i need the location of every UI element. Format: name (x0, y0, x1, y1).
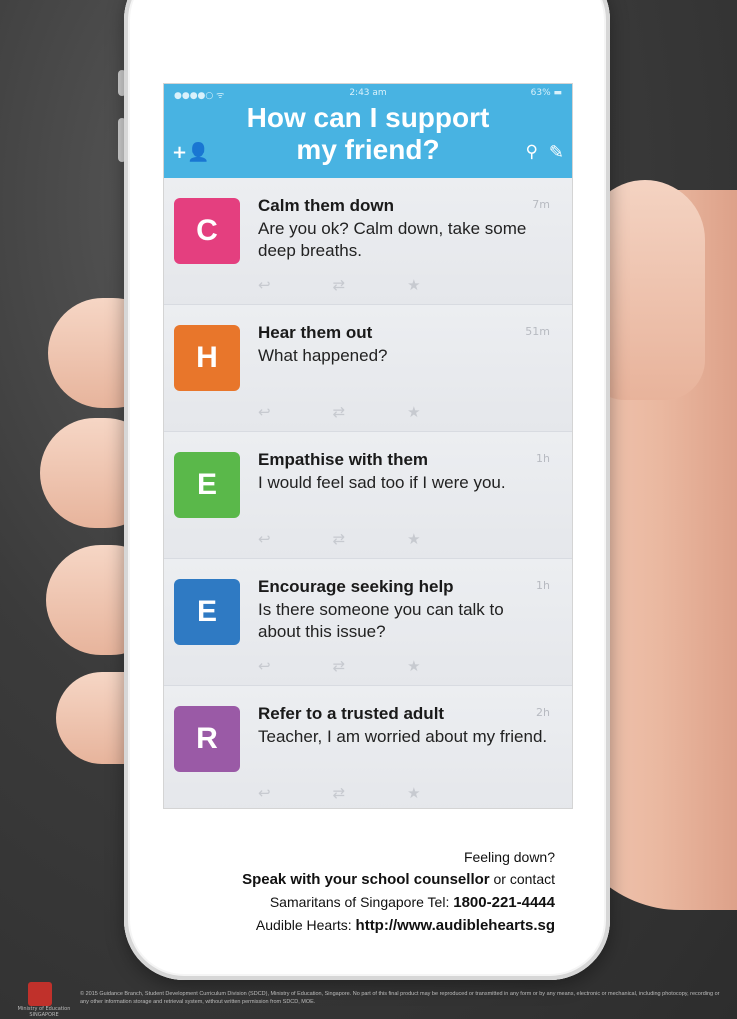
item-actions: ↩ ⇄ ★ (258, 530, 483, 548)
title-line-2: my friend? (296, 134, 440, 165)
item-actions: ↩ ⇄ ★ (258, 657, 483, 675)
status-bar: ●●●●○ ᯤ 2:43 am 63% ▬ (164, 88, 572, 102)
star-icon[interactable]: ★ (407, 403, 420, 421)
item-title: Hear them out (258, 323, 373, 342)
item-title: Empathise with them (258, 450, 429, 469)
footer-line-1: Feeling down? (463, 849, 555, 865)
list-item[interactable]: E Encourage seeking help Is there someon… (164, 559, 572, 686)
list-item[interactable]: E Empathise with them I would feel sad t… (164, 432, 572, 559)
search-icon[interactable]: ⚲ (526, 142, 538, 162)
retweet-icon[interactable]: ⇄ (333, 276, 346, 294)
contact-text: or contact (489, 871, 556, 887)
samaritans-label: Samaritans of Singapore Tel: (269, 894, 454, 910)
item-text: Teacher, I am worried about my friend. (258, 727, 548, 746)
compose-icon[interactable]: ✎ (549, 142, 564, 163)
item-text: Is there someone you can talk to about t… (258, 600, 504, 641)
footer-line-3: Samaritans of Singapore Tel: 1800-221-44… (242, 891, 555, 914)
item-time: 7m (532, 198, 550, 211)
star-icon[interactable]: ★ (407, 657, 420, 675)
avatar: E (174, 452, 240, 518)
app-header: ●●●●○ ᯤ 2:43 am 63% ▬ How can I support … (164, 84, 572, 178)
reply-icon[interactable]: ↩ (258, 784, 271, 802)
moe-logo (28, 982, 52, 1006)
reply-icon[interactable]: ↩ (258, 657, 271, 675)
item-text: Are you ok? Calm down, take some deep br… (258, 219, 527, 260)
add-user-icon[interactable]: +👤 (172, 142, 210, 163)
star-icon[interactable]: ★ (407, 276, 420, 294)
item-time: 1h (536, 579, 550, 592)
item-actions: ↩ ⇄ ★ (258, 276, 483, 294)
list-item[interactable]: H Hear them out What happened? 51m ↩ ⇄ ★ (164, 305, 572, 432)
item-text: What happened? (258, 346, 388, 365)
footer-line-2: Speak with your school counsellor or con… (242, 868, 555, 891)
avatar: E (174, 579, 240, 645)
help-footer: Feeling down? Speak with your school cou… (242, 846, 555, 937)
retweet-icon[interactable]: ⇄ (333, 784, 346, 802)
list-item[interactable]: R Refer to a trusted adult Teacher, I am… (164, 686, 572, 808)
star-icon[interactable]: ★ (407, 784, 420, 802)
message-feed: C Calm them down Are you ok? Calm down, … (164, 178, 572, 808)
reply-icon[interactable]: ↩ (258, 276, 271, 294)
item-title: Calm them down (258, 196, 395, 215)
retweet-icon[interactable]: ⇄ (333, 403, 346, 421)
moe-logo-text: Ministry of Education SINGAPORE (17, 1006, 71, 1018)
avatar: C (174, 198, 240, 264)
samaritans-phone[interactable]: 1800-221-4444 (453, 894, 555, 911)
reply-icon[interactable]: ↩ (258, 530, 271, 548)
item-actions: ↩ ⇄ ★ (258, 784, 483, 802)
footer-line-4: Audible Hearts: http://www.audiblehearts… (242, 914, 555, 937)
retweet-icon[interactable]: ⇄ (333, 657, 346, 675)
counsellor-text: Speak with your school counsellor (242, 871, 490, 888)
page-title: How can I support my friend? (164, 102, 572, 166)
avatar: R (174, 706, 240, 772)
avatar: H (174, 325, 240, 391)
item-text: I would feel sad too if I were you. (258, 473, 506, 492)
item-actions: ↩ ⇄ ★ (258, 403, 483, 421)
battery-indicator: 63% ▬ (530, 88, 562, 98)
item-title: Encourage seeking help (258, 577, 454, 596)
item-time: 1h (536, 452, 550, 465)
star-icon[interactable]: ★ (407, 530, 420, 548)
audible-hearts-label: Audible Hearts: (255, 917, 356, 933)
retweet-icon[interactable]: ⇄ (333, 530, 346, 548)
status-time: 2:43 am (349, 88, 387, 98)
phone-screen: ●●●●○ ᯤ 2:43 am 63% ▬ How can I support … (164, 84, 572, 808)
copyright-notice: © 2015 Guidance Branch, Student Developm… (80, 991, 720, 1005)
audible-hearts-link[interactable]: http://www.audiblehearts.sg (356, 917, 555, 934)
item-time: 2h (536, 706, 550, 719)
title-line-1: How can I support (246, 102, 490, 133)
reply-icon[interactable]: ↩ (258, 403, 271, 421)
list-item[interactable]: C Calm them down Are you ok? Calm down, … (164, 178, 572, 305)
item-title: Refer to a trusted adult (258, 704, 445, 723)
item-time: 51m (525, 325, 550, 338)
